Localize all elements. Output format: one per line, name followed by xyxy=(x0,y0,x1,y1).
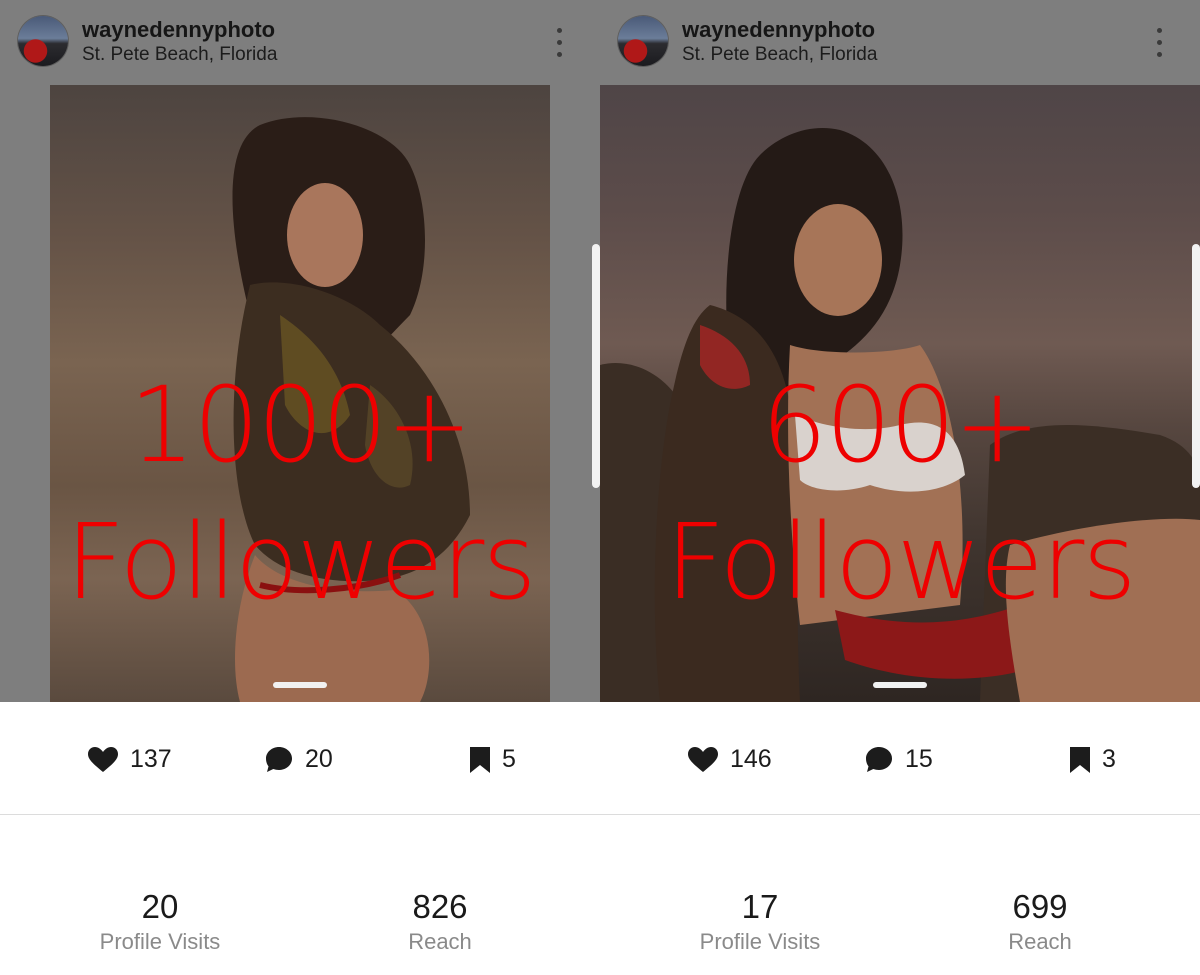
carousel-handle[interactable] xyxy=(273,682,327,688)
post-photo[interactable]: 600+ Followers xyxy=(600,85,1200,702)
saves-stat[interactable]: 3 xyxy=(1070,745,1116,774)
likes-stat[interactable]: 137 xyxy=(88,745,172,774)
more-vertical-icon[interactable] xyxy=(1148,26,1172,60)
overlay-followers-label: Followers xyxy=(665,501,1136,623)
profile-visits-value: 20 xyxy=(141,888,179,925)
saves-count: 3 xyxy=(1102,745,1116,773)
profile-visits-value: 17 xyxy=(741,888,779,925)
avatar[interactable] xyxy=(18,16,68,66)
overlay-followers-label: Followers xyxy=(65,501,536,623)
post-header: waynedennyphoto St. Pete Beach, Florida xyxy=(0,0,600,85)
avatar[interactable] xyxy=(618,16,668,66)
likes-count: 146 xyxy=(730,745,772,773)
overlay-followers-count: 1000+ xyxy=(129,364,473,486)
profile-visits-label: Profile Visits xyxy=(699,929,821,954)
scroll-tab[interactable] xyxy=(1192,244,1200,488)
comments-stat[interactable]: 20 xyxy=(265,745,333,774)
comments-count: 20 xyxy=(305,745,333,773)
likes-stat[interactable]: 146 xyxy=(688,745,772,774)
saves-stat[interactable]: 5 xyxy=(470,745,516,774)
comment-icon xyxy=(266,747,292,772)
bookmark-icon xyxy=(470,746,490,773)
reach-insight: 699 Reach xyxy=(940,890,1140,953)
engagement-row: 146 15 3 xyxy=(600,702,1200,815)
username[interactable]: waynedennyphoto xyxy=(82,17,275,43)
post-header: waynedennyphoto St. Pete Beach, Florida xyxy=(600,0,1200,85)
location[interactable]: St. Pete Beach, Florida xyxy=(682,44,877,66)
reach-label: Reach xyxy=(408,929,472,954)
reach-value: 826 xyxy=(412,888,468,925)
reach-insight: 826 Reach xyxy=(340,890,540,953)
comments-count: 15 xyxy=(905,745,933,773)
heart-icon xyxy=(688,746,718,772)
comment-icon xyxy=(866,747,892,772)
profile-visits-insight: 17 Profile Visits xyxy=(660,890,860,953)
reach-label: Reach xyxy=(1008,929,1072,954)
post-photo[interactable]: 1000+ Followers xyxy=(50,85,550,702)
more-vertical-icon[interactable] xyxy=(548,26,572,60)
post-insights-panel-right: waynedennyphoto St. Pete Beach, Florida xyxy=(600,0,1200,975)
carousel-handle[interactable] xyxy=(873,682,927,688)
profile-visits-label: Profile Visits xyxy=(99,929,221,954)
overlay-followers-count: 600+ xyxy=(761,364,1041,486)
post-insights-panel-left: waynedennyphoto St. Pete Beach, Florida … xyxy=(0,0,600,975)
photo-area: 600+ Followers xyxy=(600,85,1200,702)
scroll-tab[interactable] xyxy=(592,244,600,488)
bookmark-icon xyxy=(1070,746,1090,773)
likes-count: 137 xyxy=(130,745,172,773)
saves-count: 5 xyxy=(502,745,516,773)
reach-value: 699 xyxy=(1012,888,1068,925)
profile-visits-insight: 20 Profile Visits xyxy=(60,890,260,953)
photo-area: 1000+ Followers xyxy=(0,85,600,702)
comments-stat[interactable]: 15 xyxy=(865,745,933,774)
username[interactable]: waynedennyphoto xyxy=(682,17,875,43)
heart-icon xyxy=(88,746,118,772)
engagement-row: 137 20 5 xyxy=(0,702,600,815)
location[interactable]: St. Pete Beach, Florida xyxy=(82,44,277,66)
